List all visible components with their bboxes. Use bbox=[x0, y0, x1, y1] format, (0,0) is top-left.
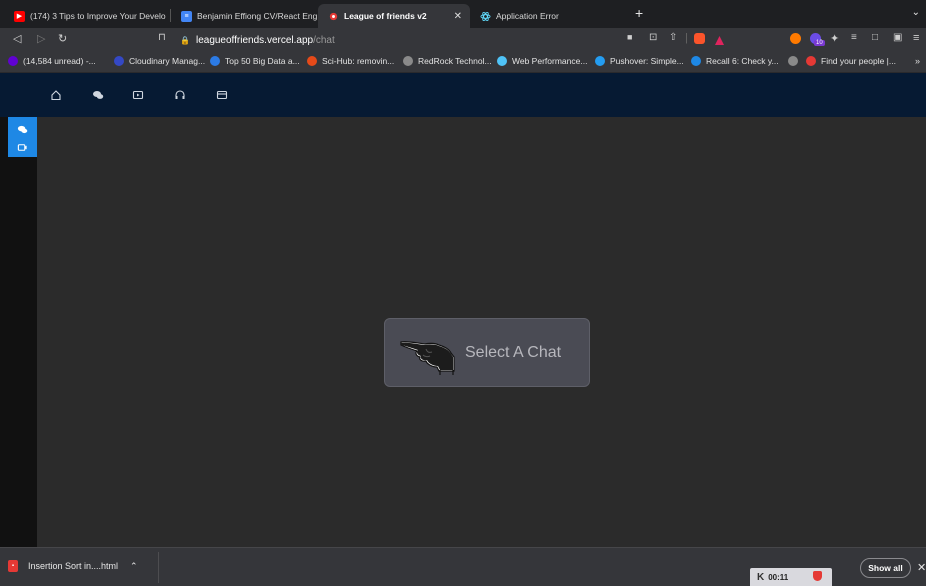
install-icon[interactable]: ⊡ bbox=[649, 32, 657, 43]
google-docs-icon: ≡ bbox=[181, 10, 192, 22]
scihub-icon bbox=[307, 56, 317, 66]
download-divider bbox=[158, 552, 159, 583]
bookmark-item[interactable]: Pushover: Simple... bbox=[595, 56, 684, 66]
tab-youtube[interactable]: ▶ (174) 3 Tips to Improve Your Develo bbox=[4, 4, 170, 28]
browser-window: ▶ (174) 3 Tips to Improve Your Develo ≡ … bbox=[0, 0, 926, 586]
file-icon: ▪ bbox=[8, 560, 18, 572]
app-top-nav bbox=[0, 73, 926, 117]
chat-icon[interactable] bbox=[16, 123, 28, 135]
download-filename: Insertion Sort in....html bbox=[28, 561, 119, 571]
youtube-icon: ▶ bbox=[14, 10, 25, 22]
sidebar-icon[interactable]: □ bbox=[872, 32, 878, 43]
tab-search-icon[interactable]: ⌄ bbox=[912, 7, 920, 18]
card-icon[interactable] bbox=[215, 88, 229, 102]
tab-title: (174) 3 Tips to Improve Your Develo bbox=[30, 11, 166, 21]
more-bookmarks-button[interactable]: » bbox=[915, 56, 920, 66]
home-icon[interactable] bbox=[49, 88, 63, 102]
extension-badge: 10 bbox=[814, 40, 825, 46]
bookmark-item[interactable]: Cloudinary Manag... bbox=[114, 56, 205, 66]
browser-toolbar: ◁ ▷ ↻ ⊓ 🔒 leagueoffriends.vercel.app/cha… bbox=[0, 28, 926, 52]
tab-cv-doc[interactable]: ≡ Benjamin Effiong CV/React Enginee bbox=[171, 4, 317, 28]
pointing-hand-icon bbox=[399, 331, 459, 375]
bookmark-item[interactable]: Find your people |... bbox=[806, 56, 896, 66]
close-icon[interactable]: ✕ bbox=[917, 561, 926, 574]
url-path: /chat bbox=[313, 34, 335, 46]
forward-icon[interactable]: ▷ bbox=[37, 32, 45, 45]
toolbar-divider: | bbox=[685, 32, 688, 44]
brave-rewards-icon[interactable] bbox=[714, 33, 725, 45]
globe-icon bbox=[403, 56, 413, 66]
bookmark-item[interactable]: Sci-Hub: removin... bbox=[307, 56, 394, 66]
bookmark-icon[interactable]: ⊓ bbox=[158, 32, 166, 43]
puzzle-icon[interactable]: ✦ bbox=[830, 32, 839, 45]
cloudinary-icon bbox=[114, 56, 124, 66]
share-icon[interactable]: ⇧ bbox=[669, 32, 677, 43]
react-icon bbox=[328, 11, 339, 22]
download-item[interactable]: ▪ Insertion Sort in....html ⌃ bbox=[8, 560, 138, 572]
tab-application-error[interactable]: Application Error bbox=[470, 4, 620, 28]
tab-title: Application Error bbox=[496, 11, 559, 21]
bookmarks-bar: (14,584 unread) -... Cloudinary Manag...… bbox=[0, 52, 926, 73]
chat-sidebar bbox=[0, 117, 37, 547]
new-tab-button[interactable]: + bbox=[635, 5, 643, 21]
tab-league-of-friends[interactable]: League of friends v2 ✕ bbox=[318, 4, 470, 28]
react-icon bbox=[480, 11, 491, 22]
meetup-icon bbox=[806, 56, 816, 66]
video-icon[interactable] bbox=[16, 141, 28, 153]
headphones-icon[interactable] bbox=[173, 88, 187, 102]
recall-icon bbox=[691, 56, 701, 66]
pushover-icon bbox=[595, 56, 605, 66]
globe-icon bbox=[210, 56, 220, 66]
chevron-up-icon[interactable]: ⌃ bbox=[130, 561, 138, 572]
reading-list-icon[interactable]: ≡ bbox=[851, 32, 857, 43]
brave-shield-icon[interactable] bbox=[694, 33, 705, 44]
tab-strip: ▶ (174) 3 Tips to Improve Your Develo ≡ … bbox=[0, 0, 926, 28]
extension-orange-icon[interactable] bbox=[790, 33, 801, 44]
bookmark-item[interactable]: RedRock Technol... bbox=[403, 56, 492, 66]
wallet-icon[interactable]: ▣ bbox=[893, 32, 902, 43]
reload-icon[interactable]: ↻ bbox=[58, 32, 67, 45]
close-tab-icon[interactable]: ✕ bbox=[454, 11, 462, 22]
timer-widget[interactable]: K 00:11 bbox=[750, 568, 832, 586]
chat-icon[interactable] bbox=[91, 88, 105, 102]
shield-icon bbox=[813, 571, 822, 581]
bookmark-item[interactable]: Top 50 Big Data a... bbox=[210, 56, 300, 66]
camera-icon[interactable]: ■ bbox=[627, 32, 632, 42]
back-icon[interactable]: ◁ bbox=[13, 32, 21, 45]
url-host: leagueoffriends.vercel.app bbox=[195, 34, 314, 46]
timer-logo-icon: K bbox=[757, 571, 765, 583]
bookmark-item[interactable]: (14,584 unread) -... bbox=[8, 56, 96, 66]
select-chat-label: Select A Chat bbox=[465, 343, 562, 361]
globe-icon[interactable] bbox=[788, 56, 803, 66]
select-chat-placeholder: Select A Chat bbox=[384, 318, 590, 387]
show-all-button[interactable]: Show all bbox=[860, 558, 911, 578]
tab-title: League of friends v2 bbox=[344, 11, 427, 21]
lock-icon: 🔒 bbox=[180, 35, 190, 45]
address-bar[interactable]: 🔒 leagueoffriends.vercel.app/chat bbox=[180, 31, 600, 49]
tab-title: Benjamin Effiong CV/React Enginee bbox=[197, 11, 317, 21]
video-icon[interactable] bbox=[131, 88, 145, 102]
link-icon bbox=[497, 56, 507, 66]
yahoo-mail-icon bbox=[8, 56, 18, 66]
timer-value: 00:11 bbox=[768, 572, 789, 582]
bookmark-item[interactable]: Recall 6: Check y... bbox=[691, 56, 779, 66]
bookmark-item[interactable]: Web Performance... bbox=[497, 56, 587, 66]
menu-icon[interactable]: ≡ bbox=[913, 32, 919, 44]
